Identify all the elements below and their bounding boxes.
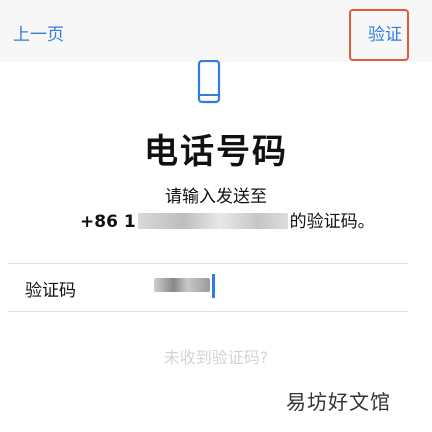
phone-number-line: +86 1 的验证码。 bbox=[80, 207, 375, 233]
divider-bottom bbox=[8, 311, 408, 312]
page-title: 电话号码 bbox=[144, 132, 288, 172]
phone-prefix: +86 1 bbox=[80, 212, 136, 232]
code-label: 验证码 bbox=[25, 281, 76, 301]
redacted-phone-number bbox=[137, 213, 288, 229]
text-caret bbox=[212, 274, 215, 298]
verification-code-input[interactable] bbox=[150, 270, 350, 300]
instruction-text: 请输入发送至 bbox=[165, 187, 267, 207]
watermark-text: 易坊好文馆 bbox=[286, 390, 391, 414]
back-button[interactable]: 上一页 bbox=[13, 20, 64, 45]
verify-highlight-box bbox=[349, 9, 409, 61]
navigation-bar: 上一页 验证 bbox=[0, 0, 432, 62]
phone-suffix: 的验证码。 bbox=[289, 212, 375, 232]
divider-top bbox=[8, 263, 408, 264]
resend-code-link[interactable]: 未收到验证码? bbox=[0, 344, 432, 368]
phone-icon bbox=[197, 60, 221, 104]
redacted-code-value bbox=[154, 278, 210, 292]
